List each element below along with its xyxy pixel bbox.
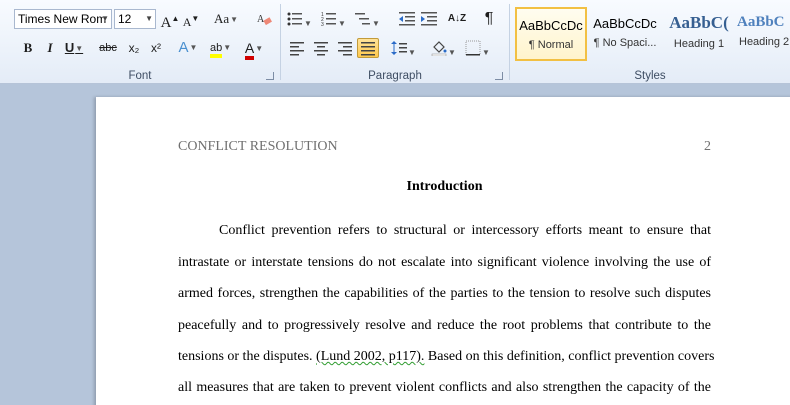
font-dialog-launcher-icon[interactable]	[266, 72, 274, 80]
font-name-value: Times New Rom	[18, 12, 107, 26]
section-heading: Introduction	[406, 179, 483, 194]
italic-button[interactable]: I	[40, 38, 60, 58]
underline-label: U	[64, 40, 75, 55]
font-size-combo[interactable]: 12 ▼	[114, 9, 156, 29]
body-line: peacefully and to progressively resolve …	[178, 318, 711, 333]
increase-indent-icon	[421, 12, 437, 26]
grow-font-label: A	[160, 15, 172, 31]
justify-button[interactable]	[357, 38, 379, 58]
line-spacing-icon	[391, 41, 407, 55]
svg-text:3: 3	[321, 22, 324, 27]
style-preview: AaBbC(	[669, 13, 729, 32]
grow-font-button[interactable]: A▲	[160, 9, 180, 31]
show-marks-button[interactable]: ¶	[479, 9, 499, 29]
change-case-button[interactable]: Aa▼	[214, 9, 238, 29]
chevron-down-icon: ▼	[101, 14, 109, 23]
bullets-icon	[287, 12, 302, 26]
shading-button[interactable]: ▼	[431, 38, 456, 58]
increase-indent-button[interactable]	[419, 9, 439, 29]
strikethrough-button[interactable]: abc	[98, 38, 118, 58]
align-center-icon	[314, 42, 328, 56]
multilevel-list-icon	[355, 13, 370, 25]
strikethrough-label: abc	[99, 42, 117, 54]
style-preview: AaBbCcDc	[593, 16, 657, 31]
font-name-combo[interactable]: Times New Rom ▼	[14, 9, 112, 29]
bullets-button[interactable]: ▼	[287, 9, 312, 29]
style-heading-2[interactable]: AaBbC Heading 2	[735, 7, 790, 61]
paragraph-group: ▼ 1 2 3 ▼ ▼ A↓Z ¶ ▼ ▼ ▼ Paragraph	[281, 0, 509, 84]
superscript-button[interactable]: x²	[146, 38, 166, 58]
clear-formatting-icon: A	[257, 14, 272, 26]
justify-icon	[361, 42, 375, 56]
line-spacing-button[interactable]: ▼	[391, 38, 416, 58]
style-preview: AaBbCcDc	[519, 18, 583, 33]
body-line: Conflict prevention refers to structural…	[219, 223, 711, 238]
style-no-spacing[interactable]: AaBbCcDc ¶ No Spaci...	[589, 7, 661, 61]
sort-button[interactable]: A↓Z	[447, 9, 467, 29]
highlight-button[interactable]: ab▼	[210, 38, 231, 58]
decrease-indent-icon	[399, 12, 415, 26]
page-number: 2	[704, 139, 711, 154]
body-line: tensions or the disputes. (Lund 2002, p1…	[178, 349, 714, 365]
text-effects-button[interactable]: A▼	[178, 38, 198, 58]
page-header: CONFLICT RESOLUTION	[178, 139, 338, 154]
style-heading-1[interactable]: AaBbC( Heading 1	[663, 7, 735, 61]
numbering-icon: 123	[321, 12, 336, 28]
body-line: armed forces, strengthen the capabilitie…	[178, 286, 711, 301]
align-center-button[interactable]	[311, 38, 331, 58]
italic-label: I	[47, 40, 53, 55]
align-right-button[interactable]	[335, 38, 355, 58]
body-line: intrastate or interstate tensions do not…	[178, 255, 711, 270]
multilevel-list-button[interactable]: ▼	[355, 9, 380, 29]
document-canvas: CONFLICT RESOLUTION 2 Introduction Confl…	[0, 84, 790, 405]
paint-bucket-icon	[431, 41, 447, 57]
font-group: Times New Rom ▼ 12 ▼ A▲ A▼ Aa▼ A B I U▼ …	[0, 0, 280, 84]
style-name: ¶ Normal	[528, 39, 574, 51]
paragraph-group-label: Paragraph	[368, 70, 422, 82]
styles-group: AaBbCcDc ¶ Normal AaBbCcDc ¶ No Spaci...…	[510, 0, 790, 84]
styles-group-label: Styles	[634, 70, 666, 82]
font-color-button[interactable]: A▼	[244, 38, 264, 60]
superscript-label: x²	[151, 41, 161, 55]
show-marks-label: ¶	[484, 10, 494, 27]
numbering-button[interactable]: 1 2 3 ▼	[321, 9, 346, 29]
highlight-label: ab	[210, 42, 223, 58]
style-name: ¶ No Spaci...	[593, 37, 657, 49]
align-left-button[interactable]	[287, 38, 307, 58]
style-preview: AaBbC	[737, 14, 785, 30]
svg-text:A: A	[257, 14, 265, 25]
bold-label: B	[23, 40, 33, 55]
subscript-label: x₂	[128, 41, 140, 55]
body-text: Based on this definition, conflict preve…	[427, 349, 715, 364]
style-normal[interactable]: AaBbCcDc ¶ Normal	[515, 7, 587, 61]
align-right-icon	[338, 42, 352, 56]
underline-button[interactable]: U▼	[64, 38, 84, 58]
font-group-label: Font	[128, 70, 152, 82]
citation: (Lund 2002, p117).	[316, 349, 425, 364]
borders-button[interactable]: ▼	[465, 38, 490, 58]
paragraph-dialog-launcher-icon[interactable]	[495, 72, 503, 80]
decrease-indent-button[interactable]	[397, 9, 417, 29]
ribbon: Times New Rom ▼ 12 ▼ A▲ A▼ Aa▼ A B I U▼ …	[0, 0, 790, 84]
text-effects-label: A	[178, 39, 189, 56]
style-name: Heading 2	[739, 36, 790, 48]
document-page[interactable]: CONFLICT RESOLUTION 2 Introduction Confl…	[96, 97, 790, 405]
bold-button[interactable]: B	[18, 38, 38, 58]
style-name: Heading 1	[673, 38, 725, 50]
align-left-icon	[290, 42, 304, 56]
font-size-value: 12	[118, 12, 132, 26]
font-color-label: A	[244, 40, 255, 60]
shrink-font-button[interactable]: A▼	[181, 9, 201, 29]
subscript-button[interactable]: x₂	[124, 38, 144, 58]
borders-icon	[465, 40, 481, 56]
sort-label: A↓Z	[447, 13, 467, 24]
body-line: all measures that are taken to prevent v…	[178, 380, 711, 395]
chevron-down-icon: ▼	[145, 14, 153, 23]
body-text: tensions or the disputes.	[178, 349, 313, 364]
clear-formatting-button[interactable]: A	[254, 9, 274, 29]
change-case-label: Aa	[214, 11, 230, 26]
